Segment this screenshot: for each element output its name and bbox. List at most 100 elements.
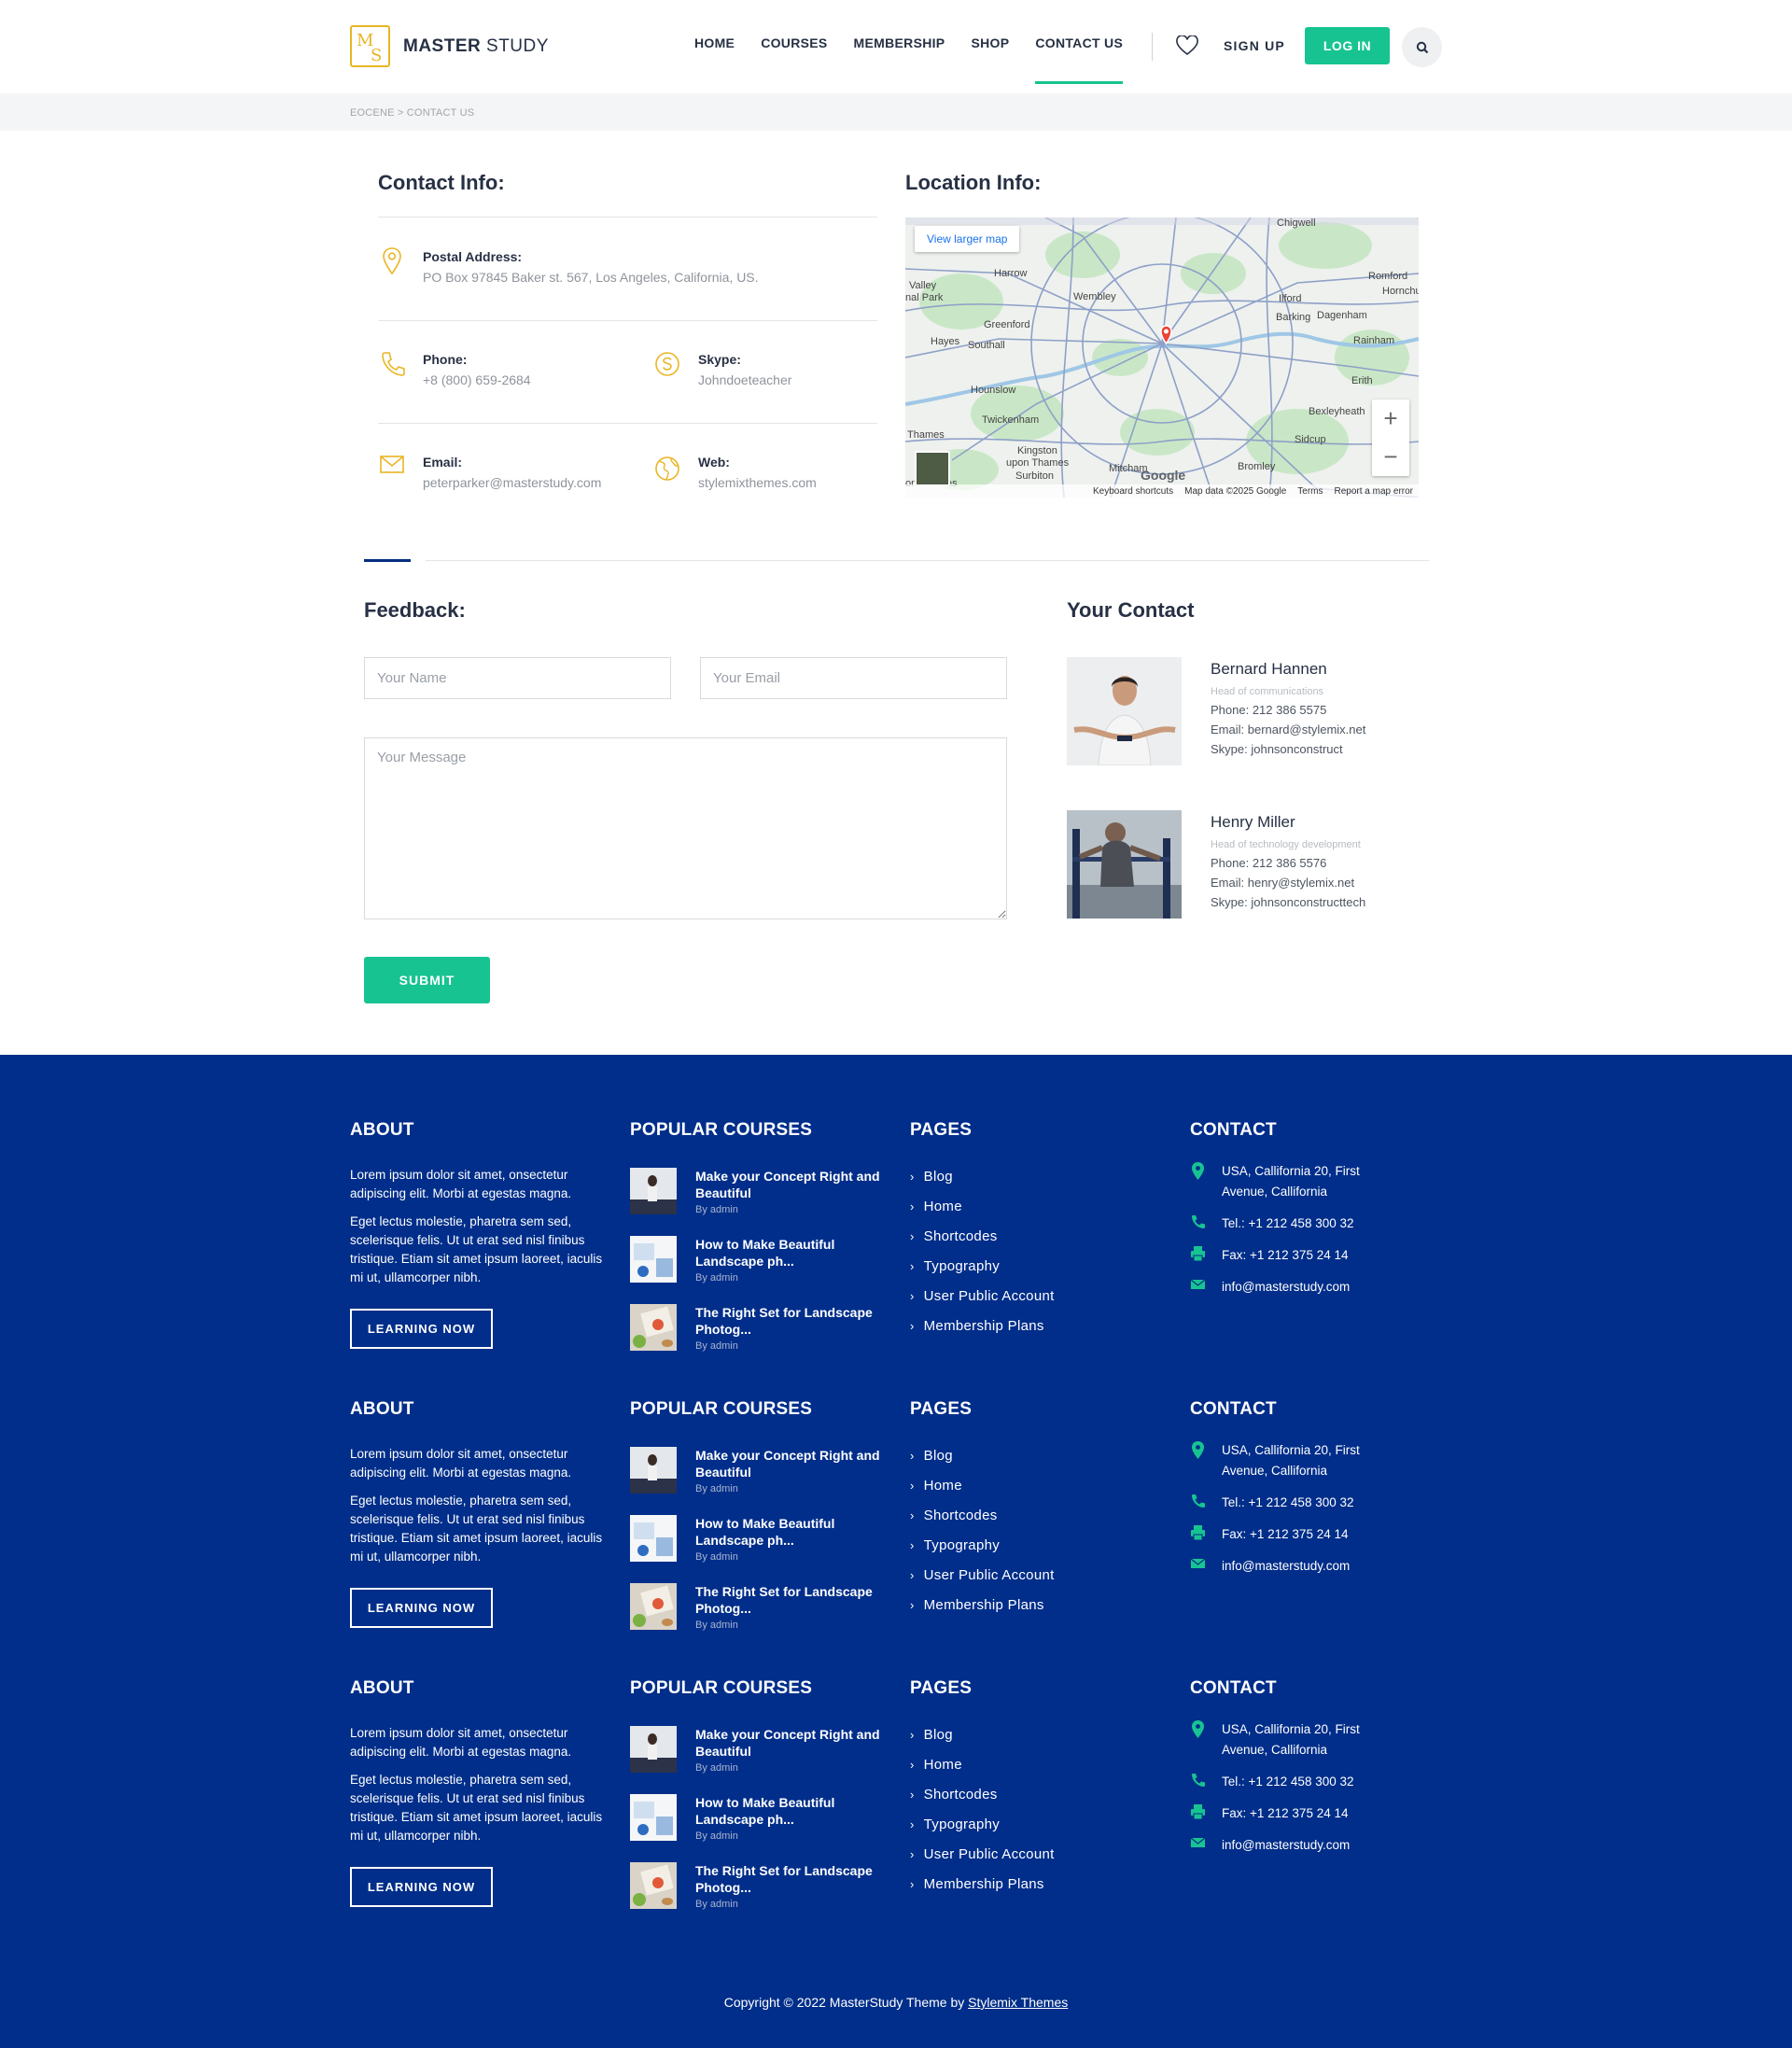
course-title[interactable]: The Right Set for Landscape Photog... — [695, 1304, 882, 1338]
nav-home[interactable]: HOME — [694, 35, 735, 84]
submit-button[interactable]: SUBMIT — [364, 957, 490, 1003]
stylemix-themes-link[interactable]: Stylemix Themes — [968, 1995, 1068, 2010]
footer-email-text[interactable]: info@masterstudy.com — [1222, 1556, 1350, 1577]
google-map[interactable]: Chigwell Harrow Romford Wembley Hornchur… — [905, 217, 1419, 498]
footer-page-link[interactable]: › Home — [910, 1749, 1055, 1779]
search-button[interactable] — [1402, 27, 1442, 67]
view-larger-map-link[interactable]: View larger map — [915, 226, 1020, 252]
site-logo[interactable]: M S MASTER STUDY — [350, 25, 549, 67]
web-value[interactable]: stylemixthemes.com — [698, 475, 817, 490]
footer-page-label[interactable]: Home — [924, 1199, 962, 1214]
footer-page-link[interactable]: › Home — [910, 1470, 1055, 1500]
learning-now-button[interactable]: LEARNING NOW — [350, 1309, 493, 1349]
course-thumbnail[interactable] — [630, 1862, 677, 1909]
footer-page-link[interactable]: › Typography — [910, 1809, 1055, 1839]
zoom-out-icon[interactable]: − — [1372, 438, 1409, 476]
course-item[interactable]: How to Make Beautiful Landscape ph... By… — [630, 1236, 882, 1284]
map-report-error-link[interactable]: Report a map error — [1335, 486, 1413, 497]
learning-now-button[interactable]: LEARNING NOW — [350, 1867, 493, 1907]
signup-link[interactable]: SIGN UP — [1224, 38, 1285, 53]
footer-page-label[interactable]: Shortcodes — [924, 1228, 998, 1244]
footer-page-link[interactable]: › User Public Account — [910, 1281, 1055, 1311]
footer-page-link[interactable]: › User Public Account — [910, 1839, 1055, 1869]
course-thumbnail[interactable] — [630, 1726, 677, 1773]
footer-page-label[interactable]: Membership Plans — [924, 1876, 1044, 1892]
nav-courses[interactable]: COURSES — [761, 35, 827, 84]
footer-page-label[interactable]: Shortcodes — [924, 1787, 998, 1803]
zoom-in-icon[interactable]: + — [1372, 400, 1409, 438]
footer-page-label[interactable]: Blog — [924, 1727, 953, 1743]
course-thumbnail[interactable] — [630, 1304, 677, 1351]
course-item[interactable]: How to Make Beautiful Landscape ph... By… — [630, 1515, 882, 1563]
footer-page-label[interactable]: Typography — [924, 1817, 1000, 1832]
course-item[interactable]: The Right Set for Landscape Photog... By… — [630, 1304, 882, 1352]
divider — [378, 423, 877, 424]
footer-page-label[interactable]: User Public Account — [924, 1567, 1055, 1583]
footer-tel-text: Tel.: +1 212 458 300 32 — [1222, 1774, 1354, 1788]
course-thumbnail[interactable] — [630, 1515, 677, 1562]
footer-page-link[interactable]: › Shortcodes — [910, 1779, 1055, 1809]
course-item[interactable]: Make your Concept Right and Beautiful By… — [630, 1447, 882, 1494]
login-button[interactable]: LOG IN — [1305, 27, 1390, 64]
footer-page-label[interactable]: User Public Account — [924, 1846, 1055, 1862]
location-pin-icon — [1192, 1441, 1204, 1459]
course-title[interactable]: How to Make Beautiful Landscape ph... — [695, 1515, 882, 1549]
footer-page-label[interactable]: Typography — [924, 1537, 1000, 1553]
footer-page-link[interactable]: › Membership Plans — [910, 1590, 1055, 1620]
course-thumbnail[interactable] — [630, 1447, 677, 1494]
footer-page-label[interactable]: User Public Account — [924, 1288, 1055, 1304]
course-title[interactable]: The Right Set for Landscape Photog... — [695, 1862, 882, 1896]
course-title[interactable]: Make your Concept Right and Beautiful — [695, 1168, 882, 1201]
footer-email-text[interactable]: info@masterstudy.com — [1222, 1277, 1350, 1298]
footer-page-link[interactable]: › Blog — [910, 1161, 1055, 1191]
course-title[interactable]: How to Make Beautiful Landscape ph... — [695, 1794, 882, 1828]
breadcrumb[interactable]: EOCENE > CONTACT US — [350, 107, 474, 119]
course-item[interactable]: The Right Set for Landscape Photog... By… — [630, 1583, 882, 1631]
course-title[interactable]: Make your Concept Right and Beautiful — [695, 1447, 882, 1480]
footer-tel: Tel.: +1 212 458 300 32 — [1190, 1213, 1380, 1234]
learning-now-button[interactable]: LEARNING NOW — [350, 1588, 493, 1628]
nav-shop[interactable]: SHOP — [971, 35, 1009, 84]
footer-page-link[interactable]: › Blog — [910, 1719, 1055, 1749]
footer-page-label[interactable]: Blog — [924, 1448, 953, 1464]
footer-email-text[interactable]: info@masterstudy.com — [1222, 1835, 1350, 1856]
email-field[interactable] — [700, 657, 1007, 699]
course-author: By admin — [695, 1551, 738, 1563]
map-keyboard-shortcuts[interactable]: Keyboard shortcuts — [1093, 486, 1173, 497]
footer-page-link[interactable]: › Membership Plans — [910, 1311, 1055, 1340]
course-thumbnail[interactable] — [630, 1794, 677, 1841]
footer-page-link[interactable]: › Blog — [910, 1440, 1055, 1470]
footer-page-link[interactable]: › Shortcodes — [910, 1500, 1055, 1530]
footer-page-link[interactable]: › Shortcodes — [910, 1221, 1055, 1251]
course-title[interactable]: How to Make Beautiful Landscape ph... — [695, 1236, 882, 1269]
wishlist-heart-icon[interactable] — [1176, 35, 1198, 56]
course-thumbnail[interactable] — [630, 1168, 677, 1214]
nav-contact-us[interactable]: CONTACT US — [1035, 35, 1123, 84]
course-thumbnail[interactable] — [630, 1236, 677, 1283]
footer-page-label[interactable]: Membership Plans — [924, 1318, 1044, 1334]
footer-page-label[interactable]: Shortcodes — [924, 1508, 998, 1523]
footer-page-label[interactable]: Home — [924, 1478, 962, 1494]
course-item[interactable]: The Right Set for Landscape Photog... By… — [630, 1862, 882, 1910]
message-field[interactable] — [364, 737, 1007, 919]
footer-page-link[interactable]: › User Public Account — [910, 1560, 1055, 1590]
name-field[interactable] — [364, 657, 671, 699]
footer-page-label[interactable]: Home — [924, 1757, 962, 1773]
footer-page-link[interactable]: › Membership Plans — [910, 1869, 1055, 1899]
footer-page-label[interactable]: Typography — [924, 1258, 1000, 1274]
footer-page-link[interactable]: › Typography — [910, 1530, 1055, 1560]
course-item[interactable]: How to Make Beautiful Landscape ph... By… — [630, 1794, 882, 1842]
course-title[interactable]: Make your Concept Right and Beautiful — [695, 1726, 882, 1760]
course-thumbnail[interactable] — [630, 1583, 677, 1630]
footer-page-link[interactable]: › Typography — [910, 1251, 1055, 1281]
footer-page-link[interactable]: › Home — [910, 1191, 1055, 1221]
map-terms-link[interactable]: Terms — [1297, 486, 1323, 497]
nav-membership[interactable]: MEMBERSHIP — [854, 35, 945, 84]
satellite-toggle[interactable] — [915, 451, 950, 486]
footer-page-label[interactable]: Membership Plans — [924, 1597, 1044, 1613]
course-item[interactable]: Make your Concept Right and Beautiful By… — [630, 1168, 882, 1215]
course-item[interactable]: Make your Concept Right and Beautiful By… — [630, 1726, 882, 1774]
course-title[interactable]: The Right Set for Landscape Photog... — [695, 1583, 882, 1617]
email-value[interactable]: peterparker@masterstudy.com — [423, 475, 614, 490]
footer-page-label[interactable]: Blog — [924, 1169, 953, 1185]
